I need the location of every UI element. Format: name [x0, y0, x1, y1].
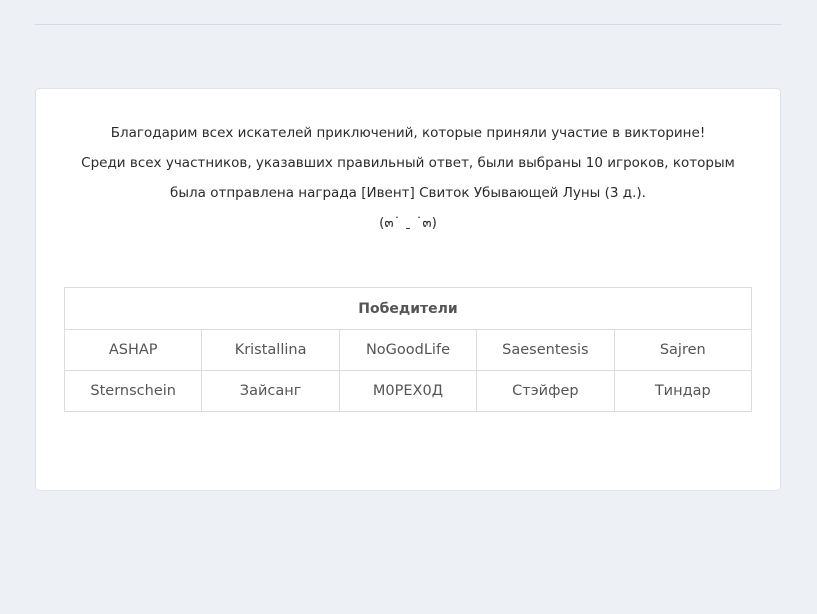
- winners-table: Победители ASHAP Kristallina NoGoodLife …: [63, 287, 753, 412]
- winner-cell: Sternschein: [63, 370, 203, 412]
- winner-cell: Saesentesis: [476, 329, 615, 371]
- table-row: Sternschein Зайсанг М0РЕХ0Д Стэйфер Тинд…: [63, 370, 753, 412]
- winner-cell: М0РЕХ0Д: [338, 370, 478, 412]
- table-row: ASHAP Kristallina NoGoodLife Saesentesis…: [63, 329, 753, 371]
- announcement-text: Благодарим всех искателей приключений, к…: [36, 118, 780, 208]
- winner-cell: Sajren: [613, 329, 753, 371]
- winners-header: Победители: [64, 287, 752, 330]
- winner-cell: NoGoodLife: [338, 329, 478, 371]
- winner-cell: Стэйфер: [476, 370, 615, 412]
- announcement-card: Благодарим всех искателей приключений, к…: [35, 88, 781, 491]
- winner-cell: ASHAP: [63, 329, 203, 371]
- announcement-line-reward: Среди всех участников, указавших правиль…: [81, 155, 735, 201]
- announcement-line-thanks: Благодарим всех искателей приключений, к…: [110, 125, 706, 141]
- top-divider: [35, 24, 781, 25]
- winner-cell: Тиндар: [613, 370, 753, 412]
- winners-header-row: Победители: [64, 287, 752, 330]
- winner-cell: Зайсанг: [201, 370, 340, 412]
- winner-cell: Kristallina: [201, 329, 340, 371]
- emoticon-text: (๓˙ ˍ ˙๓): [379, 215, 437, 231]
